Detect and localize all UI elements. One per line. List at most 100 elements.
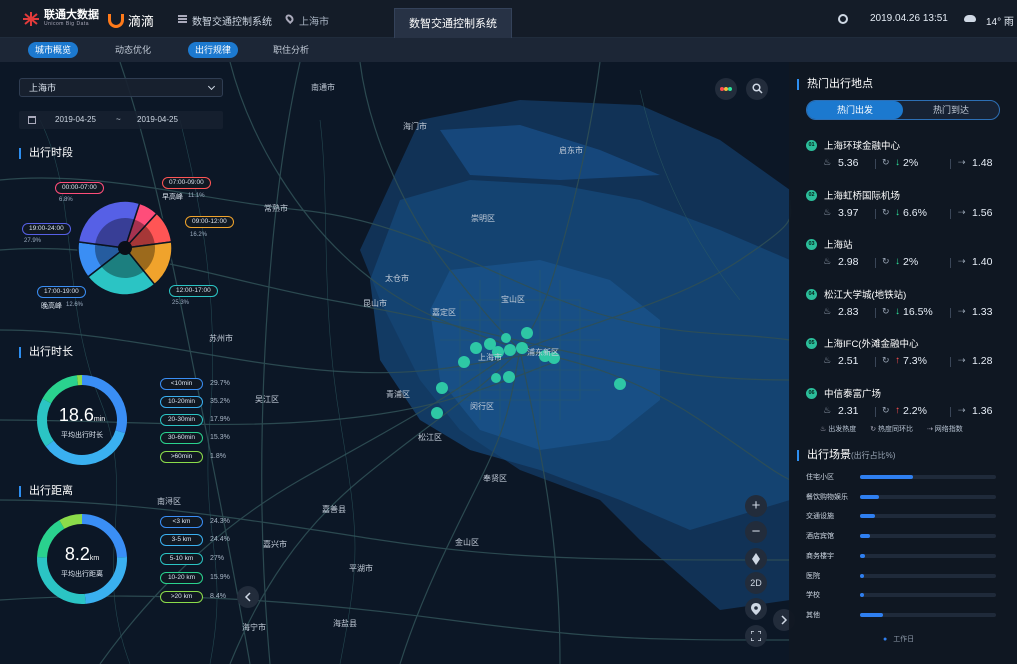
time-slot-pill[interactable]: 19:00-24:00	[22, 223, 71, 235]
donut-segment[interactable]	[59, 514, 83, 529]
map-label: 闵行区	[470, 402, 494, 411]
menu-icon[interactable]	[178, 15, 187, 23]
tab-hot-arrival[interactable]: 热门到达	[903, 101, 999, 119]
fullscreen-button[interactable]	[745, 625, 767, 647]
scene-label: 其他	[806, 611, 820, 619]
scene-bar-fill[interactable]	[860, 475, 914, 479]
hot-place-item[interactable]: 02 上海虹桥国际机场 ♨ 3.97 ↻ ↓ 6.6% ⇢ 1.56	[806, 187, 1006, 231]
time-slot-name: 早高峰	[162, 194, 183, 201]
legend-dot-icon: ●	[883, 636, 888, 643]
tab-travel-patterns[interactable]: 出行规律	[188, 42, 239, 58]
date-range-picker[interactable]: 2019-04-25 ~ 2019-04-25	[19, 111, 223, 129]
duration-legend-pill[interactable]: <10min	[160, 378, 203, 390]
heat-value: 2.51	[838, 355, 859, 367]
traffic-light-toggle[interactable]	[715, 78, 737, 100]
avg-duration-unit: min	[93, 416, 106, 423]
distance-legend-pct: 8.4%	[210, 593, 226, 600]
trend-arrow-icon: ↑	[895, 355, 900, 366]
map-search-button[interactable]	[746, 78, 768, 100]
distance-legend-pill[interactable]: <3 km	[160, 516, 203, 528]
network-icon: ⇢	[958, 355, 966, 365]
scene-bar-fill[interactable]	[860, 553, 866, 558]
location-icon	[751, 603, 761, 615]
place-stats: ♨ 2.31 ↻ ↑ 2.2% ⇢ 1.36	[806, 405, 1006, 419]
tab-city-overview[interactable]: 城市概览	[28, 42, 79, 58]
time-slot-pill[interactable]: 12:00-17:00	[169, 285, 218, 297]
duration-center: 18.6min 平均出行时长	[47, 405, 117, 440]
hot-place-item[interactable]: 06 中信泰富广场 ♨ 2.31 ↻ ↑ 2.2% ⇢ 1.36	[806, 385, 1006, 429]
ratio-value: 1.48	[972, 157, 993, 169]
top-bar: 联通大数据 Unicom Big Data 滴滴 数智交通控制系统 上海市 数智…	[0, 0, 1017, 39]
tab-system-title[interactable]: 数智交通控制系统	[394, 8, 512, 39]
tab-job-housing[interactable]: 职住分析	[266, 42, 316, 58]
zoom-out-button[interactable]: −	[745, 521, 767, 543]
time-slot-pill[interactable]: 07:00-09:00	[162, 177, 211, 189]
scene-legend-label: 工作日	[893, 636, 915, 643]
time-slot-pill[interactable]: 00:00-07:00	[55, 182, 104, 194]
avg-distance-value: 8.2	[64, 544, 90, 564]
heat-value: 3.97	[838, 206, 859, 219]
pie-center-dot	[118, 241, 132, 255]
scene-bar-fill[interactable]	[860, 612, 884, 617]
distance-legend-pill[interactable]: 5-10 km	[160, 553, 203, 565]
unicom-knot-icon	[23, 12, 39, 26]
scene-bar-track	[860, 514, 996, 519]
hot-place-item[interactable]: 03 上海站 ♨ 2.98 ↻ ↓ 2% ⇢ 1.40	[806, 236, 1006, 280]
distance-legend-pct: 15.9%	[210, 574, 230, 581]
avg-distance-label: 平均出行距离	[61, 571, 103, 578]
hot-place-item[interactable]: 04 松江大学城(地铁站) ♨ 2.83 ↻ ↓ 16.5% ⇢ 1.33	[806, 286, 1006, 330]
scene-bar-fill[interactable]	[860, 534, 870, 539]
donut-segment[interactable]	[42, 375, 79, 404]
distance-legend-pill[interactable]: 10-20 km	[160, 572, 203, 584]
heat-value: 2.98	[838, 256, 859, 268]
distance-section-title: 出行距离	[19, 486, 73, 497]
gear-icon[interactable]	[838, 14, 848, 24]
city-select[interactable]: 上海市	[19, 78, 223, 97]
date-to: 2019-04-25	[137, 115, 178, 124]
network-icon: ⇢	[958, 157, 966, 167]
scene-bar-fill[interactable]	[860, 514, 875, 519]
heat-value: 2.83	[838, 305, 859, 318]
hot-place-item[interactable]: 01 上海环球金融中心 ♨ 5.36 ↻ ↓ 2% ⇢ 1.48	[806, 137, 1006, 181]
time-slot-pill[interactable]: 17:00-19:00	[37, 286, 86, 298]
view-mode-button[interactable]: 2D	[745, 572, 767, 594]
trend-arrow-icon: ↓	[895, 157, 900, 168]
duration-legend-pill[interactable]: 10-20min	[160, 396, 203, 408]
scene-subtitle: (出行占比%)	[851, 451, 896, 460]
distance-legend-pill[interactable]: >20 km	[160, 591, 203, 603]
duration-legend-pill[interactable]: 30-60min	[160, 432, 203, 444]
tab-hot-departure[interactable]: 热门出发	[807, 101, 903, 119]
scene-bar-fill[interactable]	[860, 573, 865, 578]
place-stats: ♨ 5.36 ↻ ↓ 2% ⇢ 1.48	[806, 157, 1006, 171]
heat-value: 2.31	[838, 404, 859, 417]
current-city[interactable]: 上海市	[299, 13, 329, 28]
system-name[interactable]: 数智交通控制系统	[192, 13, 272, 28]
search-icon	[751, 83, 763, 94]
map-label: 金山区	[455, 538, 479, 547]
map-label: 宝山区	[501, 295, 525, 304]
place-stats: ♨ 2.51 ↻ ↑ 7.3% ⇢ 1.28	[806, 355, 1006, 369]
distance-legend-pill[interactable]: 3-5 km	[160, 534, 203, 546]
rank-badge: 06	[806, 387, 817, 399]
tab-dynamic-optimization[interactable]: 动态优化	[108, 42, 158, 58]
rank-badge: 05	[806, 338, 817, 349]
time-slot-pill[interactable]: 09:00-12:00	[185, 216, 234, 228]
compass-icon	[752, 553, 760, 565]
collapse-left-panel-button[interactable]	[237, 586, 259, 608]
duration-legend-pill[interactable]: >60min	[160, 451, 203, 463]
hot-legend: ♨ 出发热度 ↻ 热度同环比 ⇢ 网络指数	[820, 424, 963, 434]
duration-legend-pill[interactable]: 20-30min	[160, 414, 203, 426]
scene-bar-fill[interactable]	[860, 593, 865, 598]
duration-legend-pct: 35.2%	[210, 398, 230, 405]
cycle-icon: ↻	[870, 426, 877, 433]
hot-place-item[interactable]: 05 上海IFC(外滩金融中心 ♨ 2.51 ↻ ↑ 7.3% ⇢ 1.28	[806, 335, 1006, 379]
traffic-light-icon	[720, 87, 732, 91]
compass-button[interactable]	[745, 548, 767, 570]
place-name: 上海IFC(外滩金融中心	[824, 339, 919, 350]
locate-button[interactable]	[745, 598, 767, 620]
avg-duration-value: 18.6	[58, 405, 94, 425]
zoom-in-button[interactable]: +	[745, 495, 767, 517]
scene-bar-fill[interactable]	[860, 494, 880, 499]
legend-ratio: 网络指数	[934, 426, 963, 433]
change-value: 16.5%	[903, 305, 933, 318]
